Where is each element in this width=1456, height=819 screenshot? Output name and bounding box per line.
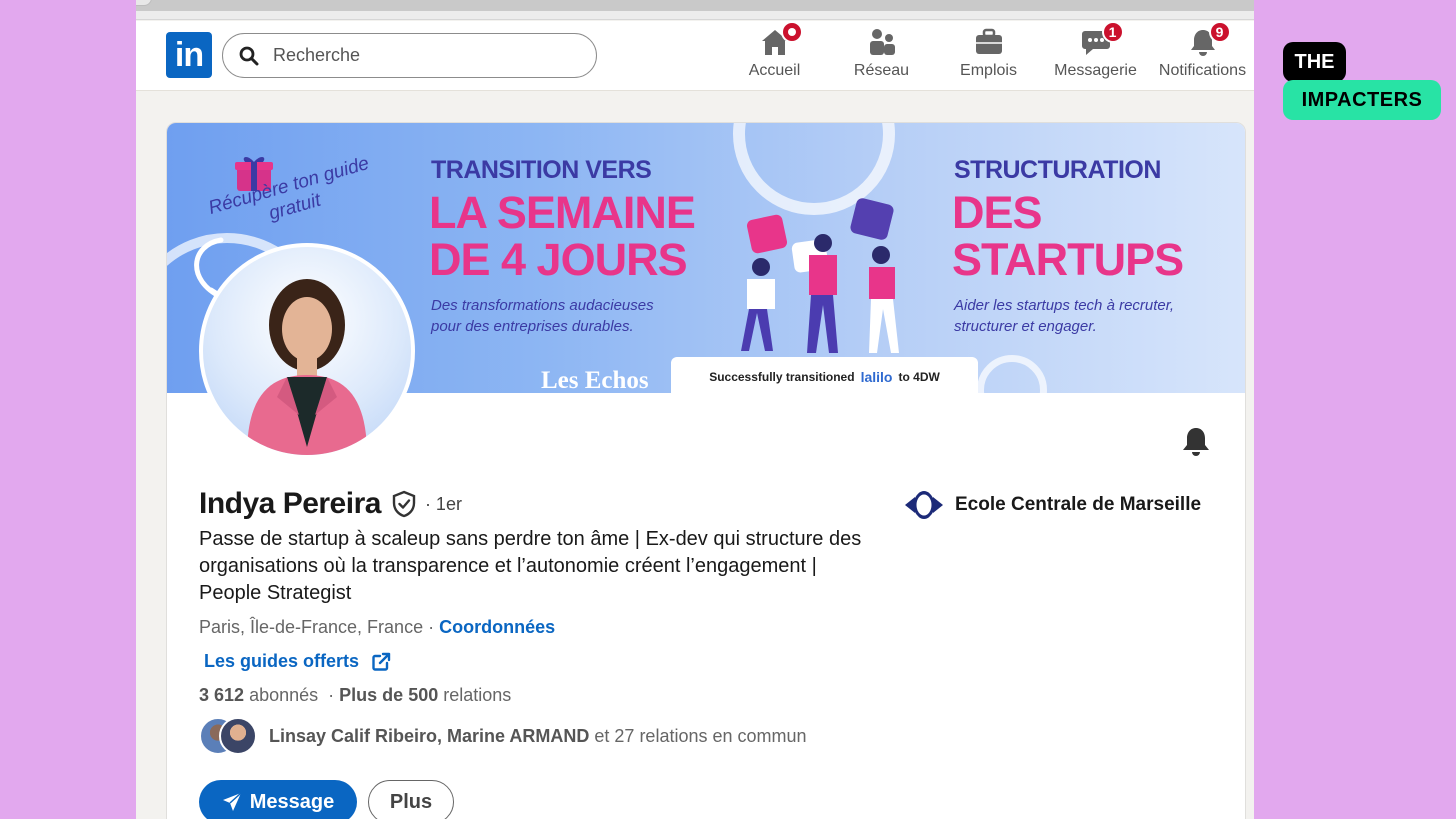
school-logo-icon — [905, 491, 943, 519]
profile-name: Indya Pereira — [199, 487, 381, 520]
profile-card: Récupère ton guide gratuit TRANSITION VE… — [166, 122, 1246, 819]
banner-left-title-1: LA SEMAINE — [429, 187, 696, 238]
followers-label: abonnés — [249, 685, 319, 705]
mutual-names: Linsay Calif Ribeiro, Marine ARMAND — [269, 725, 590, 746]
send-icon — [222, 792, 242, 811]
network-icon — [866, 27, 898, 57]
banner-success-pill: Successfully transitioned lalilo to 4DW — [671, 357, 978, 393]
profile-location-row: Paris, Île-de-France, France · Coordonné… — [199, 617, 555, 638]
message-button-label: Message — [249, 790, 335, 813]
connections-count[interactable]: Plus de 500 — [339, 685, 438, 705]
connection-degree: · 1er — [424, 493, 462, 514]
profile-avatar[interactable] — [199, 243, 415, 459]
nav-item-notifications[interactable]: 9 Notifications — [1149, 21, 1254, 80]
briefcase-icon — [973, 27, 1005, 57]
banner-right-title-1: DES — [952, 187, 1043, 238]
avatar-portrait — [247, 279, 367, 455]
follow-bell-button[interactable] — [1181, 425, 1211, 462]
profile-name-row: Indya Pereira · 1er — [199, 487, 462, 521]
nav-item-home[interactable]: Accueil — [721, 21, 828, 80]
followers-count[interactable]: 3 612 — [199, 685, 244, 705]
notifications-badge: 9 — [1208, 21, 1231, 43]
profile-stats: 3 612 abonnés · Plus de 500 relations — [199, 685, 511, 706]
banner-right-kicker: STRUCTURATION — [954, 156, 1161, 184]
verified-shield-icon[interactable] — [391, 490, 417, 518]
main-nav: Accueil Réseau Emplois 1 Messagerie 9 No… — [721, 21, 1254, 80]
education-entry[interactable]: Ecole Centrale de Marseille — [903, 490, 1201, 520]
nav-label-jobs: Emplois — [960, 62, 1017, 79]
message-button[interactable]: Message — [199, 780, 357, 819]
banner-gift-text[interactable]: Récupère ton guide gratuit — [195, 150, 390, 245]
message-icon: 1 — [1080, 21, 1124, 57]
nav-item-messaging[interactable]: 1 Messagerie — [1042, 21, 1149, 80]
nav-item-network[interactable]: Réseau — [828, 27, 935, 80]
connections-label: relations — [443, 685, 512, 705]
pill-text-before: Successfully transitioned — [709, 370, 855, 384]
puzzle-team-illustration — [741, 198, 899, 353]
mutual-connections[interactable]: Linsay Calif Ribeiro, Marine ARMAND et 2… — [199, 717, 807, 755]
nav-label-messaging: Messagerie — [1054, 62, 1137, 79]
mutual-rest: et 27 relations en commun — [594, 725, 807, 746]
banner-press-logo: Les Echos — [541, 367, 649, 393]
pill-text-after: to 4DW — [898, 370, 940, 384]
banner-left-kicker: TRANSITION VERS — [431, 156, 652, 184]
external-link-icon — [372, 652, 391, 671]
top-navigation-bar: in Accueil — [136, 21, 1254, 91]
nav-label-network: Réseau — [853, 62, 910, 79]
nav-label-notifications: Notifications — [1158, 62, 1247, 79]
browser-chrome — [136, 0, 1254, 20]
pill-brand: lalilo — [860, 369, 893, 385]
banner-right-title-2: STARTUPS — [952, 234, 1184, 285]
banner-right-sub-2: structurer et engager. — [954, 318, 1097, 335]
logo-line-the: THE — [1283, 42, 1346, 82]
stats-separator: · — [328, 685, 335, 705]
profile-headline: Passe de startup à scaleup sans perdre t… — [199, 528, 862, 604]
nav-item-jobs[interactable]: Emplois — [935, 27, 1042, 80]
banner-left-title-2: DE 4 JOURS — [429, 234, 688, 285]
guides-link-label: Les guides offerts — [204, 651, 360, 671]
contact-info-link[interactable]: Coordonnées — [439, 617, 555, 637]
messaging-badge: 1 — [1101, 21, 1124, 43]
guides-link[interactable]: Les guides offerts — [204, 651, 391, 672]
browser-tab-strip — [136, 0, 1254, 11]
profile-location: Paris, Île-de-France, France · — [199, 617, 435, 637]
more-button[interactable]: Plus — [368, 780, 454, 819]
search-icon — [239, 46, 259, 65]
linkedin-logo[interactable]: in — [166, 32, 212, 78]
home-icon — [759, 21, 803, 57]
home-notification-dot — [780, 21, 803, 43]
logo-line-impacters: IMPACTERS — [1283, 80, 1441, 120]
bell-icon — [1183, 428, 1209, 456]
banner-decor-ring — [977, 355, 1047, 393]
banner-left-sub-2: pour des entreprises durables. — [431, 318, 634, 335]
bell-icon: 9 — [1187, 21, 1231, 57]
mutual-avatar — [219, 717, 257, 755]
search-box[interactable] — [222, 33, 597, 78]
mutual-avatars — [199, 717, 261, 755]
banner-left-sub-1: Des transformations audacieuses — [431, 297, 654, 314]
search-input[interactable] — [273, 45, 573, 66]
nav-label-home: Accueil — [748, 62, 801, 79]
education-name: Ecole Centrale de Marseille — [955, 494, 1202, 515]
browser-window: in Accueil — [136, 0, 1254, 819]
banner-right-sub-1: Aider les startups tech à recruter, — [954, 297, 1175, 314]
